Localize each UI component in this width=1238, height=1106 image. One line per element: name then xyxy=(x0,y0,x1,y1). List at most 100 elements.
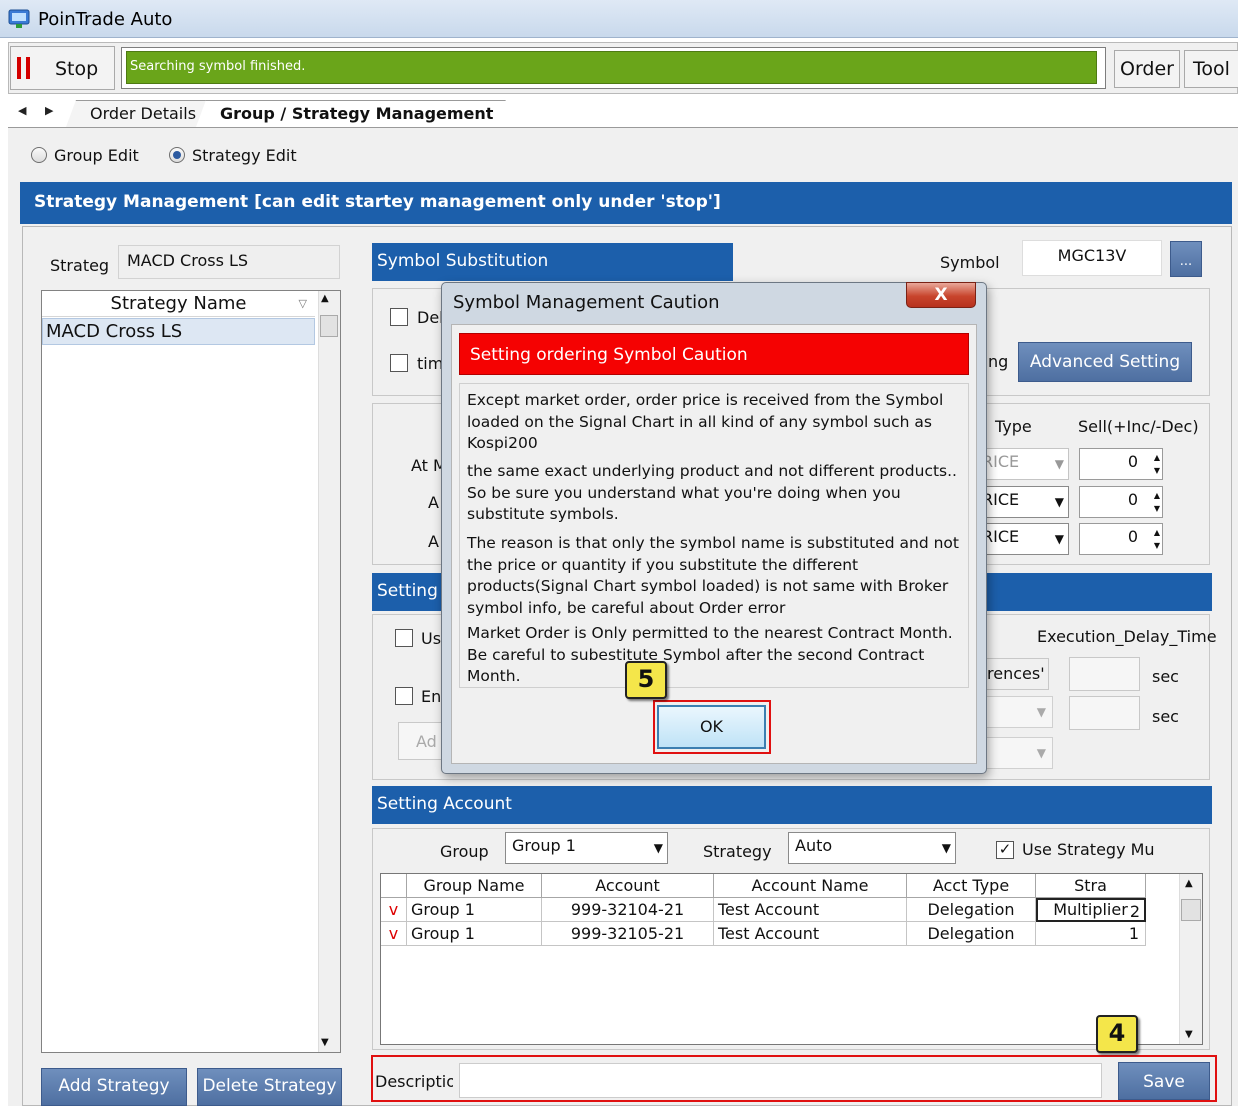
tab-scroll-right-icon[interactable]: ▶ xyxy=(45,104,53,117)
table-cell-multiplier[interactable]: 1 xyxy=(1036,922,1146,946)
sell-header: Sell(+Inc/-Dec) xyxy=(1078,417,1199,436)
price-type-combo-3[interactable]: RICE ▼ xyxy=(975,523,1069,555)
grid-header-account-name[interactable]: Account Name xyxy=(714,874,907,898)
strategy-list-header-label: Strategy Name xyxy=(110,293,247,314)
caution-paragraph-1: Except market order, order price is rece… xyxy=(467,391,944,452)
order-button[interactable]: Order xyxy=(1114,50,1180,88)
add-strategy-button[interactable]: Add Strategy xyxy=(41,1068,187,1106)
combo-value: RICE xyxy=(982,490,1020,509)
table-cell-multiplier[interactable]: 2 xyxy=(1036,898,1146,922)
symbol-field[interactable]: MGC13V xyxy=(1022,240,1162,276)
use-label: Us xyxy=(421,629,442,648)
list-item[interactable]: MACD Cross LS xyxy=(42,318,315,345)
stepper-arrows-icon[interactable]: ▲ ▼ xyxy=(1154,451,1160,477)
grid-header-acct-type[interactable]: Acct Type xyxy=(907,874,1036,898)
tab-scroll-left-icon[interactable]: ◀ xyxy=(18,104,26,117)
stop-label: Stop xyxy=(55,58,99,80)
save-button[interactable]: Save xyxy=(1118,1062,1210,1100)
strategy-label: Strategy xyxy=(50,256,108,275)
table-cell-group[interactable]: Group 1 xyxy=(407,922,542,946)
delay-input-2[interactable] xyxy=(1069,696,1140,730)
tab-group-strategy-management[interactable]: Group / Strategy Management xyxy=(196,100,515,127)
chevron-down-icon: ▼ xyxy=(941,841,951,855)
step-badge-5: 5 xyxy=(625,661,667,699)
table-cell-group[interactable]: Group 1 xyxy=(407,898,542,922)
stepper-arrows-icon[interactable]: ▲ ▼ xyxy=(1154,489,1160,515)
status-text: Searching symbol finished. xyxy=(130,59,306,74)
table-cell-account-name[interactable]: Test Account xyxy=(714,898,907,922)
table-cell-account[interactable]: 999-32104-21 xyxy=(542,898,714,922)
sell-stepper-2[interactable]: 0 ▲ ▼ xyxy=(1079,486,1163,518)
time-checkbox[interactable] xyxy=(390,354,408,372)
sell-stepper-1[interactable]: 0 ▲ ▼ xyxy=(1079,448,1163,480)
grid-header-account[interactable]: Account xyxy=(542,874,714,898)
grid-scrollbar[interactable]: ▲ ▼ xyxy=(1179,874,1202,1044)
execution-delay-label: Execution_Delay_Time xyxy=(1037,627,1217,646)
group-label: Group xyxy=(440,842,489,861)
price-type-combo-2[interactable]: RICE ▼ xyxy=(975,486,1069,518)
ok-button[interactable]: OK xyxy=(657,705,766,749)
symbol-label: Symbol xyxy=(940,253,1000,272)
delete-strategy-button[interactable]: Delete Strategy xyxy=(197,1068,342,1106)
combo-value: RICE xyxy=(982,527,1020,546)
table-cell-account-name[interactable]: Test Account xyxy=(714,922,907,946)
scroll-up-icon[interactable]: ▲ xyxy=(1185,878,1193,889)
combo-value: RICE xyxy=(982,452,1020,471)
scroll-down-icon[interactable]: ▼ xyxy=(321,1037,329,1048)
strategy-list-scrollbar[interactable]: ▲ ▼ xyxy=(318,291,340,1052)
use-checkbox[interactable] xyxy=(395,629,413,647)
stepper-arrows-icon[interactable]: ▲ ▼ xyxy=(1154,526,1160,552)
strategy-select[interactable]: Auto ▼ xyxy=(788,832,956,864)
description-input[interactable] xyxy=(459,1063,1102,1098)
group-select[interactable]: Group 1 ▼ xyxy=(505,832,668,864)
scroll-up-icon[interactable]: ▲ xyxy=(321,293,329,304)
chevron-down-icon: ▼ xyxy=(1036,705,1046,719)
step-badge-4: 4 xyxy=(1096,1015,1138,1053)
use-strategy-mult-checkbox[interactable]: ✓ xyxy=(996,841,1014,859)
price-type-combo-1[interactable]: RICE ▼ xyxy=(975,448,1069,480)
table-cell-acct-type[interactable]: Delegation xyxy=(907,922,1036,946)
close-icon[interactable]: X xyxy=(906,282,976,308)
stepper-value: 0 xyxy=(1127,527,1138,546)
row-flag[interactable]: v xyxy=(381,898,407,922)
price-row-label-3: A xyxy=(428,532,439,551)
grid-header-group-name[interactable]: Group Name xyxy=(407,874,542,898)
strategy-edit-label: Strategy Edit xyxy=(192,146,297,165)
advanced-setting-button[interactable]: Advanced Setting xyxy=(1018,342,1192,382)
delay-input-1[interactable] xyxy=(1069,657,1140,691)
chevron-down-icon: ▼ xyxy=(1054,495,1064,509)
scroll-thumb[interactable] xyxy=(1181,899,1201,921)
setting-account-header: Setting Account xyxy=(372,786,1212,824)
stepper-value: 0 xyxy=(1127,452,1138,471)
dialog-title: Symbol Management Caution xyxy=(453,292,720,313)
group-select-value: Group 1 xyxy=(512,836,576,855)
sell-stepper-3[interactable]: 0 ▲ ▼ xyxy=(1079,523,1163,555)
tools-button[interactable]: Tool xyxy=(1184,50,1238,88)
grid-header-flag xyxy=(381,874,407,898)
strategy-select-value: Auto xyxy=(795,836,833,855)
del-label: Del xyxy=(417,308,444,327)
strategy-list[interactable] xyxy=(41,290,341,1053)
symbol-substitution-header: Symbol Substitution xyxy=(372,243,733,281)
scroll-down-icon[interactable]: ▼ xyxy=(1185,1029,1193,1040)
price-row-label-2: A xyxy=(428,493,439,512)
group-edit-radio[interactable] xyxy=(31,147,47,163)
symbol-browse-button[interactable]: ... xyxy=(1170,241,1202,277)
table-cell-account[interactable]: 999-32105-21 xyxy=(542,922,714,946)
tab-order-details[interactable]: Order Details xyxy=(66,100,218,127)
strategy-edit-radio[interactable] xyxy=(169,147,185,163)
caution-paragraph-2: the same exact underlying product and no… xyxy=(467,462,957,523)
scroll-thumb[interactable] xyxy=(320,315,338,337)
grid-header-stra-multiplier[interactable]: Stra Multiplier xyxy=(1036,874,1146,919)
row-flag[interactable]: v xyxy=(381,922,407,946)
caution-heading: Setting ordering Symbol Caution xyxy=(459,333,969,375)
enable-label: En xyxy=(421,687,442,706)
strategy-name-field[interactable]: MACD Cross LS xyxy=(118,245,340,279)
table-cell-acct-type[interactable]: Delegation xyxy=(907,898,1036,922)
del-checkbox[interactable] xyxy=(390,308,408,326)
sort-icon[interactable]: ▽ xyxy=(299,291,307,317)
stepper-value: 0 xyxy=(1127,490,1138,509)
enable-checkbox[interactable] xyxy=(395,687,413,705)
strategy-management-header: Strategy Management [can edit startey ma… xyxy=(20,182,1232,224)
strategy-select-label: Strategy xyxy=(703,842,772,861)
